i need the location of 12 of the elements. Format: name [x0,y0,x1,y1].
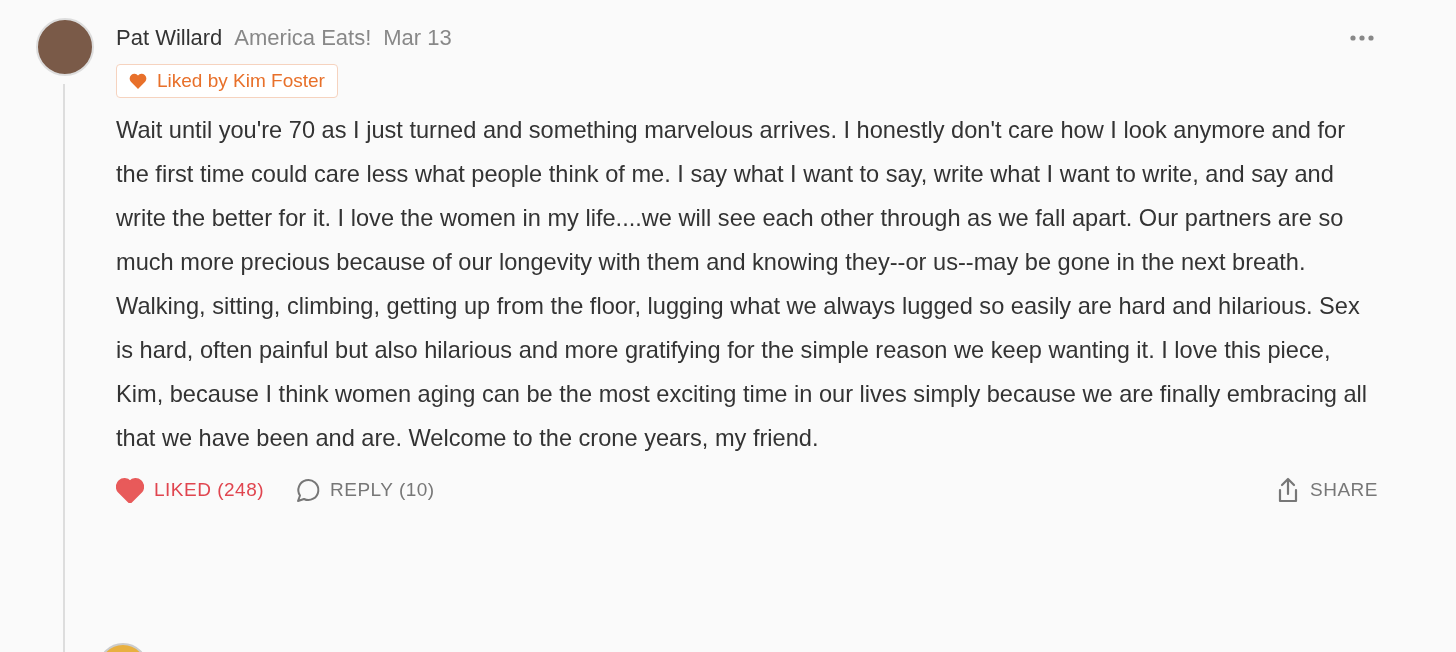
comment-text: Wait until you're 70 as I just turned and something marvelous arrives. I honestly don't care how I look anymore and for the first time could care less what people think of me. I say what I want to say, write what I want to write, and say and write the better for it. I love the women in my life....we will see each other through as we fall apart. Our partners are so much more precious because of our longevity with them and knowing they--or us--may be gone in the next breath. Walking, sitting, climbing, getting up from the floor, lugging what we always lugged so easily are hard and hilarious. Sex is hard, often painful but also hilarious and more gratifying for the simple reason we keep wanting it. I love this piece, Kim, because I think women aging can be the most exciting time in our lives simply because we are finally embracing all that we have been and are. Welcome to the crone years, my friend. [116,116,1369,453]
share-button[interactable]: SHARE [1276,476,1378,504]
like-button[interactable]: LIKED (248) [116,477,265,503]
heart-icon [116,477,144,503]
speech-bubble-icon [294,477,321,503]
reply-button[interactable]: REPLY (10) [294,477,435,503]
comment-date[interactable]: Mar 13 [383,25,452,51]
author-name[interactable]: Pat Willard [116,25,223,51]
liked-by-text: Liked by Kim Foster [157,70,325,92]
more-options-icon[interactable] [1350,35,1374,41]
heart-icon [129,73,147,89]
publication-name[interactable]: America Eats! [234,25,372,51]
